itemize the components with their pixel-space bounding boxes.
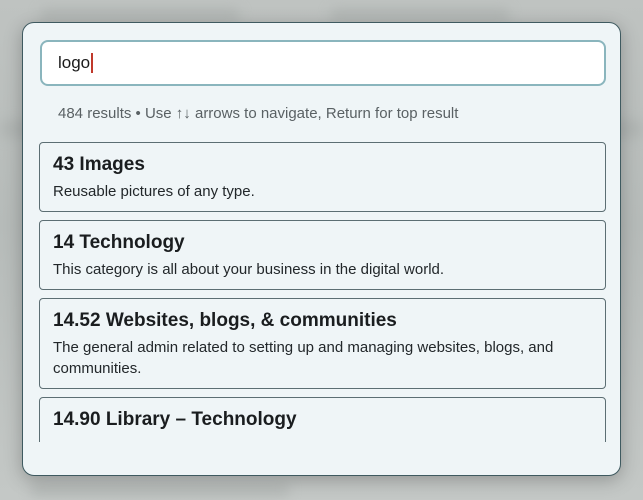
result-title: 14.90 Library – Technology xyxy=(53,409,297,430)
text-caret xyxy=(91,53,94,73)
search-input[interactable]: logo xyxy=(40,40,606,86)
search-modal: logo 484 results • Use ↑↓ arrows to navi… xyxy=(22,22,621,476)
result-item[interactable]: 14.90 Library – Technology xyxy=(39,397,606,442)
result-description: Reusable pictures of any type. xyxy=(53,183,255,200)
result-item[interactable]: 14.52 Websites, blogs, & communities The… xyxy=(39,298,606,389)
results-hint: 484 results • Use ↑↓ arrows to navigate,… xyxy=(58,105,459,122)
result-title: 43 Images xyxy=(53,154,145,175)
result-title: 14 Technology xyxy=(53,232,185,253)
result-description: This category is all about your business… xyxy=(53,261,445,278)
result-title: 14.52 Websites, blogs, & communities xyxy=(53,310,397,331)
result-item[interactable]: 43 Images Reusable pictures of any type. xyxy=(39,142,606,212)
search-input-value: logo xyxy=(58,53,91,72)
result-item[interactable]: 14 Technology This category is all about… xyxy=(39,220,606,290)
results-list: 43 Images Reusable pictures of any type.… xyxy=(39,142,607,442)
result-description: The general admin related to setting up … xyxy=(53,339,554,377)
